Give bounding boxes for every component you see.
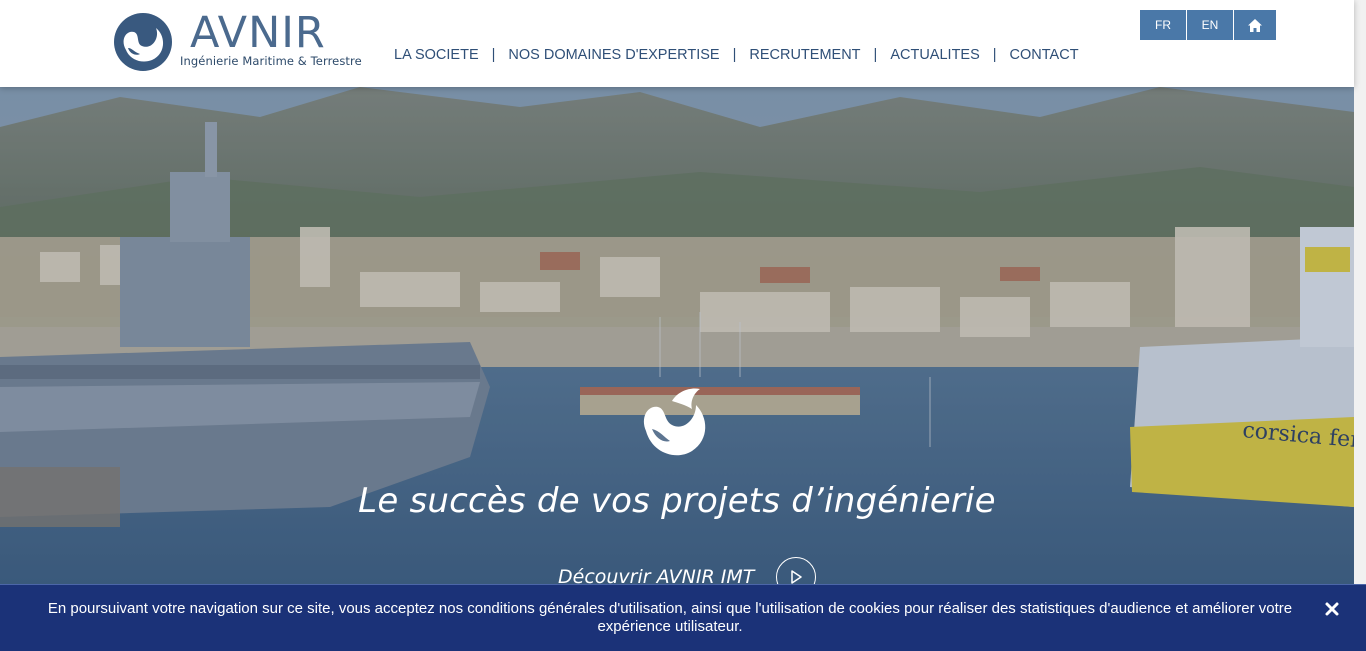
page: AVNIR Ingénierie Maritime & Terrestre LA…: [0, 0, 1366, 651]
cookie-message: En poursuivant votre navigation sur ce s…: [47, 600, 1293, 635]
page-scrollbar[interactable]: [1354, 0, 1366, 651]
language-switcher: FR EN: [1140, 10, 1276, 40]
discover-label: Découvrir AVNIR IMT: [558, 566, 755, 584]
lang-fr-button[interactable]: FR: [1140, 10, 1186, 40]
avnir-logo-icon: [114, 13, 172, 71]
brand-tagline: Ingénierie Maritime & Terrestre: [180, 54, 362, 68]
logo[interactable]: AVNIR Ingénierie Maritime & Terrestre: [112, 10, 367, 74]
close-icon[interactable]: [1324, 601, 1340, 617]
home-button[interactable]: [1234, 10, 1276, 40]
nav-item-domaines[interactable]: NOS DOMAINES D'EXPERTISE: [508, 47, 719, 63]
brand-name: AVNIR: [190, 8, 326, 58]
nav-separator: |: [491, 47, 496, 63]
cookie-banner: En poursuivant votre navigation sur ce s…: [0, 584, 1366, 651]
avnir-emblem-icon: [643, 388, 706, 456]
nav-item-recrutement[interactable]: RECRUTEMENT: [749, 47, 860, 63]
discover-video-button[interactable]: Découvrir AVNIR IMT: [558, 557, 817, 584]
nav-item-actualites[interactable]: ACTUALITES: [890, 47, 979, 63]
hero-banner: corsica ferri Le succès de vos projets d…: [0, 87, 1354, 584]
hero-title: Le succès de vos projets d’ingénierie: [358, 481, 996, 521]
play-button[interactable]: [776, 557, 817, 584]
lang-en-button[interactable]: EN: [1187, 10, 1233, 40]
nav-item-la-societe[interactable]: LA SOCIETE: [394, 47, 479, 63]
main-nav: LA SOCIETE | NOS DOMAINES D'EXPERTISE | …: [394, 46, 1079, 64]
site-header: AVNIR Ingénierie Maritime & Terrestre LA…: [0, 0, 1354, 87]
nav-item-contact[interactable]: CONTACT: [1010, 47, 1079, 63]
nav-separator: |: [992, 47, 997, 63]
nav-separator: |: [732, 47, 737, 63]
nav-separator: |: [873, 47, 878, 63]
home-icon: [1248, 18, 1262, 32]
play-icon: [791, 570, 803, 584]
